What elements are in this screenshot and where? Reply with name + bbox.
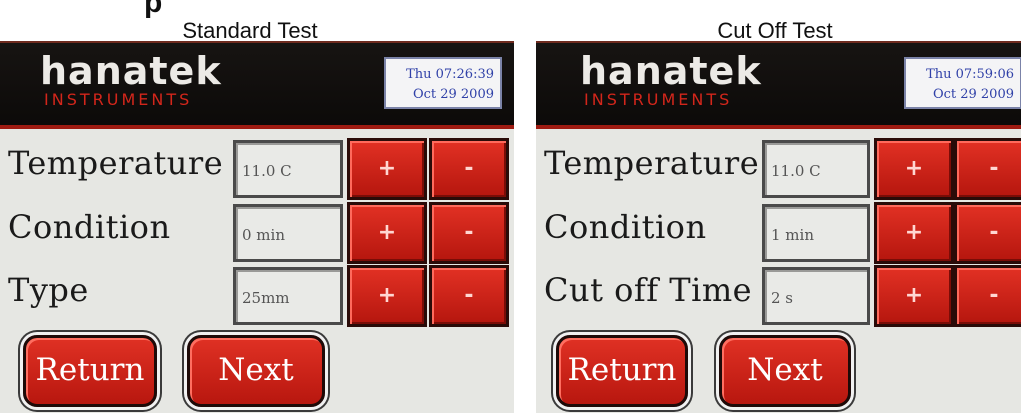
temperature-label: Temperature — [544, 144, 760, 182]
screen-header: hanatek INSTRUMENTS Thu 07:59:06 Oct 29 … — [536, 41, 1021, 129]
cut-off-time-value: 2 s — [762, 267, 870, 325]
cut-off-time-row: Cut off Time 2 s + - — [536, 265, 1021, 327]
temperature-increase-button[interactable]: + — [347, 138, 427, 200]
condition-decrease-button[interactable]: - — [954, 202, 1021, 264]
clock-date: Oct 29 2009 — [932, 87, 1014, 102]
next-button[interactable]: Next — [187, 335, 325, 407]
condition-decrease-button[interactable]: - — [429, 202, 509, 264]
logo-wordmark: hanatek — [580, 49, 762, 93]
condition-label: Condition — [544, 208, 707, 246]
type-label: Type — [8, 271, 89, 309]
cut-off-time-increase-button[interactable]: + — [874, 265, 954, 327]
hanatek-logo: hanatek INSTRUMENTS — [40, 51, 222, 109]
logo-subtitle: INSTRUMENTS — [44, 90, 193, 109]
temperature-value: 11.0 C — [233, 140, 343, 198]
condition-row: Condition 0 min + - — [0, 202, 514, 264]
logo-subtitle: INSTRUMENTS — [584, 90, 733, 109]
return-button[interactable]: Return — [23, 335, 157, 407]
clock-time: Thu 07:26:39 — [406, 67, 494, 82]
condition-increase-button[interactable]: + — [874, 202, 954, 264]
temperature-decrease-button[interactable]: - — [429, 138, 509, 200]
clock-time: Thu 07:59:06 — [926, 67, 1014, 82]
datetime-display: Thu 07:59:06 Oct 29 2009 — [904, 57, 1021, 109]
cut-off-test-screen: hanatek INSTRUMENTS Thu 07:59:06 Oct 29 … — [536, 41, 1021, 413]
page-heading-fragment: p — [144, 0, 163, 19]
standard-test-screen: hanatek INSTRUMENTS Thu 07:26:39 Oct 29 … — [0, 41, 514, 413]
condition-label: Condition — [8, 208, 171, 246]
condition-row: Condition 1 min + - — [536, 202, 1021, 264]
type-value: 25mm — [233, 267, 343, 325]
logo-wordmark: hanatek — [40, 49, 222, 93]
temperature-increase-button[interactable]: + — [874, 138, 954, 200]
clock-date: Oct 29 2009 — [412, 87, 494, 102]
condition-increase-button[interactable]: + — [347, 202, 427, 264]
cut-off-time-decrease-button[interactable]: - — [954, 265, 1021, 327]
screen-header: hanatek INSTRUMENTS Thu 07:26:39 Oct 29 … — [0, 41, 514, 129]
condition-value: 0 min — [233, 204, 343, 262]
type-increase-button[interactable]: + — [347, 265, 427, 327]
temperature-value: 11.0 C — [762, 140, 870, 198]
temperature-label: Temperature — [8, 144, 224, 182]
type-row: Type 25mm + - — [0, 265, 514, 327]
temperature-row: Temperature 11.0 C + - — [536, 138, 1021, 200]
cut-off-time-label: Cut off Time — [544, 271, 753, 309]
type-decrease-button[interactable]: - — [429, 265, 509, 327]
condition-value: 1 min — [762, 204, 870, 262]
datetime-display: Thu 07:26:39 Oct 29 2009 — [384, 57, 502, 109]
temperature-row: Temperature 11.0 C + - — [0, 138, 514, 200]
hanatek-logo: hanatek INSTRUMENTS — [580, 51, 762, 109]
return-button[interactable]: Return — [556, 335, 688, 407]
next-button[interactable]: Next — [719, 335, 851, 407]
temperature-decrease-button[interactable]: - — [954, 138, 1021, 200]
